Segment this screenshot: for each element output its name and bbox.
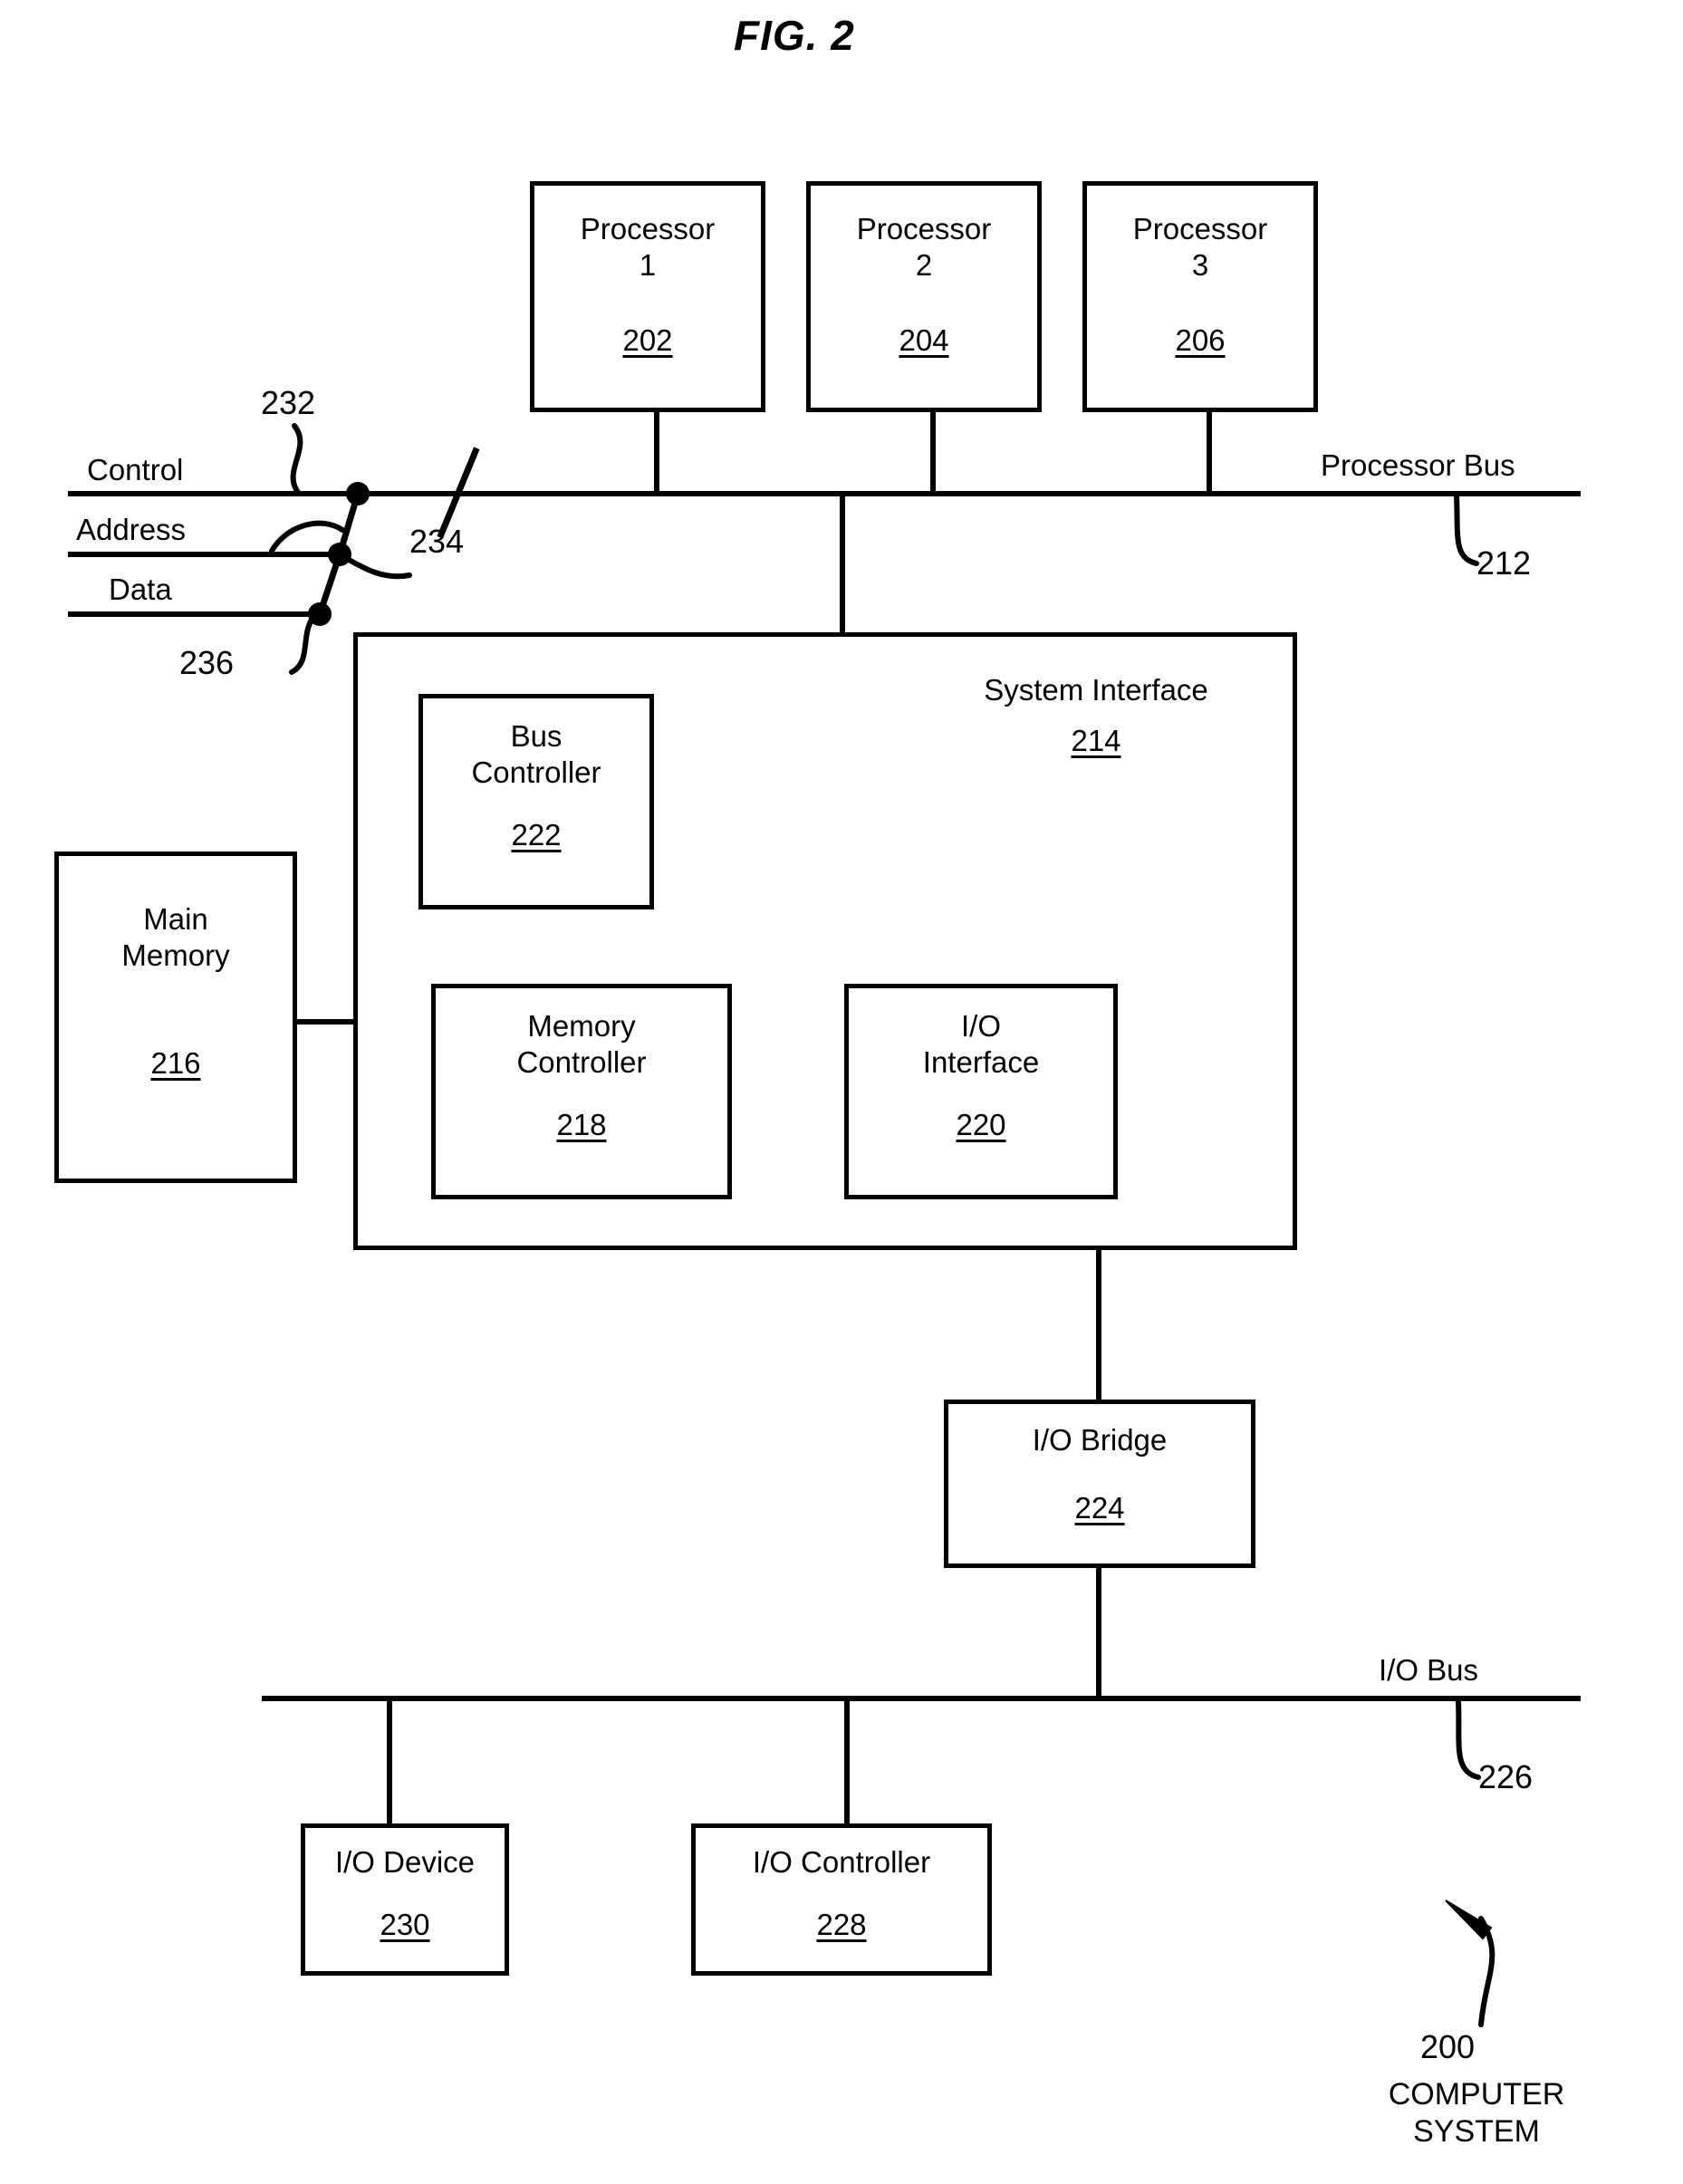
io-interface-label: I/O Interface bbox=[922, 1009, 1040, 1079]
memory-controller-label: Memory Controller bbox=[516, 1009, 647, 1079]
processor-bus-label: Processor Bus bbox=[1321, 448, 1515, 482]
io-interface-ref: 220 bbox=[956, 1108, 1006, 1141]
processor-2-ref: 204 bbox=[899, 323, 949, 357]
patent-figure: FIG. 2 Processor 1 202 Processor 2 204 P… bbox=[0, 0, 1683, 2184]
address-bus-label: Address bbox=[76, 513, 187, 546]
leader-234-tail bbox=[337, 552, 412, 580]
io-bridge-box[interactable]: I/O Bridge 224 bbox=[944, 1400, 1255, 1568]
io-bridge-label: I/O Bridge bbox=[1032, 1423, 1168, 1457]
processor-1-ref: 202 bbox=[622, 323, 673, 357]
processor-2-label: Processor 2 bbox=[856, 212, 992, 282]
io-device-label: I/O Device bbox=[334, 1845, 476, 1879]
leader-236 bbox=[289, 611, 318, 675]
ref-212: 212 bbox=[1476, 544, 1532, 582]
ref-236: 236 bbox=[179, 644, 235, 681]
bus-junction-link bbox=[315, 489, 362, 619]
io-controller-box[interactable]: I/O Controller 228 bbox=[691, 1823, 992, 1976]
main-memory-ref: 216 bbox=[150, 1046, 201, 1080]
io-controller-label: I/O Controller bbox=[752, 1845, 931, 1879]
ref-232: 232 bbox=[261, 384, 316, 421]
control-bus-label: Control bbox=[87, 453, 184, 486]
computer-system-caption: COMPUTER SYSTEM bbox=[1388, 2077, 1565, 2149]
leader-200 bbox=[1478, 1916, 1495, 2027]
address-junction-dot bbox=[328, 543, 351, 566]
leader-234-arc bbox=[269, 520, 345, 553]
io-controller-ref: 228 bbox=[816, 1908, 867, 1941]
data-junction-dot bbox=[308, 602, 332, 626]
processor-1-label: Processor 1 bbox=[580, 212, 716, 282]
main-memory-label: Main Memory bbox=[121, 902, 230, 972]
io-bus-label: I/O Bus bbox=[1379, 1653, 1479, 1687]
bus-controller-box[interactable]: Bus Controller 222 bbox=[418, 694, 654, 909]
leader-232 bbox=[290, 423, 303, 496]
processor-1-box[interactable]: Processor 1 202 bbox=[530, 181, 765, 412]
ref-234: 234 bbox=[409, 523, 465, 560]
leader-212 bbox=[1454, 494, 1479, 566]
leader-226 bbox=[1456, 1698, 1481, 1780]
arrowhead-200 bbox=[1445, 1900, 1493, 1940]
control-junction-dot bbox=[346, 482, 370, 505]
main-memory-box[interactable]: Main Memory 216 bbox=[54, 851, 297, 1183]
figure-title: FIG. 2 bbox=[734, 12, 855, 59]
processor-3-label: Processor 3 bbox=[1132, 212, 1268, 282]
io-interface-box[interactable]: I/O Interface 220 bbox=[844, 984, 1118, 1199]
io-device-ref: 230 bbox=[380, 1908, 430, 1941]
memory-controller-ref: 218 bbox=[556, 1108, 607, 1141]
ref-200: 200 bbox=[1420, 2028, 1476, 2065]
processor-3-ref: 206 bbox=[1175, 323, 1226, 357]
bus-controller-ref: 222 bbox=[511, 818, 562, 851]
system-interface-ref: 214 bbox=[1071, 724, 1121, 757]
processor-2-box[interactable]: Processor 2 204 bbox=[806, 181, 1042, 412]
data-bus-label: Data bbox=[109, 572, 172, 606]
ref-226: 226 bbox=[1478, 1758, 1534, 1795]
io-device-box[interactable]: I/O Device 230 bbox=[301, 1823, 509, 1976]
bus-controller-label: Bus Controller bbox=[471, 719, 601, 789]
memory-controller-box[interactable]: Memory Controller 218 bbox=[431, 984, 732, 1199]
system-interface-label: System Interface bbox=[984, 673, 1208, 707]
processor-3-box[interactable]: Processor 3 206 bbox=[1082, 181, 1318, 412]
io-bridge-ref: 224 bbox=[1074, 1491, 1125, 1525]
